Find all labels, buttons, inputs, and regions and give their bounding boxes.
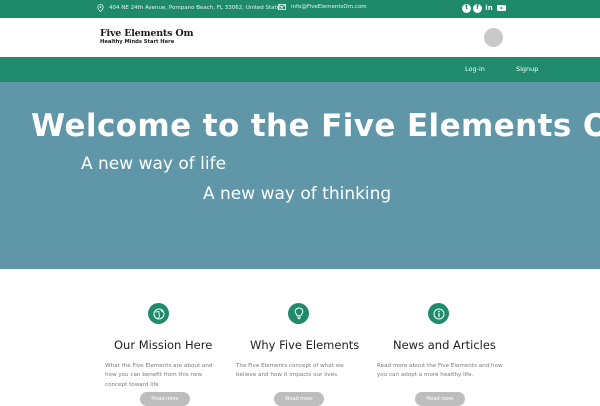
site-header: Five Elements Om Healthy Minds Start Her… bbox=[0, 18, 600, 57]
login-link[interactable]: Log-in bbox=[465, 65, 485, 73]
hero-banner: Welcome to the Five Elements Om A new wa… bbox=[0, 82, 600, 269]
info-icon bbox=[428, 303, 449, 324]
email-link[interactable]: info@FiveElementsOm.com bbox=[291, 4, 367, 10]
hero-subtitle-1: A new way of life bbox=[81, 154, 227, 174]
site-tagline: Healthy Minds Start Here bbox=[100, 39, 175, 45]
social-links: t f in bbox=[462, 3, 506, 13]
feature-title: Why Five Elements bbox=[250, 338, 360, 352]
top-info-bar: 404 NE 24th Avenue, Pompano Beach, FL 33… bbox=[0, 0, 600, 18]
feature-title: Our Mission Here bbox=[114, 338, 213, 352]
address-block: 404 NE 24th Avenue, Pompano Beach, FL 33… bbox=[97, 4, 283, 12]
feature-text: Read more about the Five Elements and ho… bbox=[377, 363, 503, 379]
avatar[interactable] bbox=[484, 28, 503, 47]
twitter-icon[interactable]: t bbox=[462, 3, 471, 13]
read-more-button[interactable]: Read more bbox=[415, 392, 465, 406]
lightbulb-icon bbox=[288, 303, 309, 324]
site-logo[interactable]: Five Elements Om bbox=[100, 28, 193, 39]
globe-icon bbox=[148, 303, 169, 324]
feature-text: The Five Elements concept of what we bel… bbox=[236, 363, 344, 379]
feature-title: News and Articles bbox=[393, 338, 496, 352]
address-text: 404 NE 24th Avenue, Pompano Beach, FL 33… bbox=[109, 5, 283, 11]
hero-title: Welcome to the Five Elements Om bbox=[31, 108, 600, 144]
feature-text: What the Five Elements are about and how… bbox=[105, 363, 213, 388]
signup-link[interactable]: Signup bbox=[516, 65, 538, 73]
linkedin-icon[interactable]: in bbox=[484, 3, 494, 13]
map-pin-icon bbox=[97, 4, 104, 12]
read-more-button[interactable]: Read more bbox=[140, 392, 190, 406]
envelope-icon bbox=[278, 4, 286, 10]
youtube-icon[interactable] bbox=[496, 3, 506, 13]
facebook-icon[interactable]: f bbox=[473, 3, 482, 13]
email-block[interactable]: info@FiveElementsOm.com bbox=[278, 4, 367, 10]
hero-subtitle-2: A new way of thinking bbox=[203, 184, 392, 204]
main-nav: Log-in Signup bbox=[0, 57, 600, 82]
read-more-button[interactable]: Read more bbox=[274, 392, 324, 406]
